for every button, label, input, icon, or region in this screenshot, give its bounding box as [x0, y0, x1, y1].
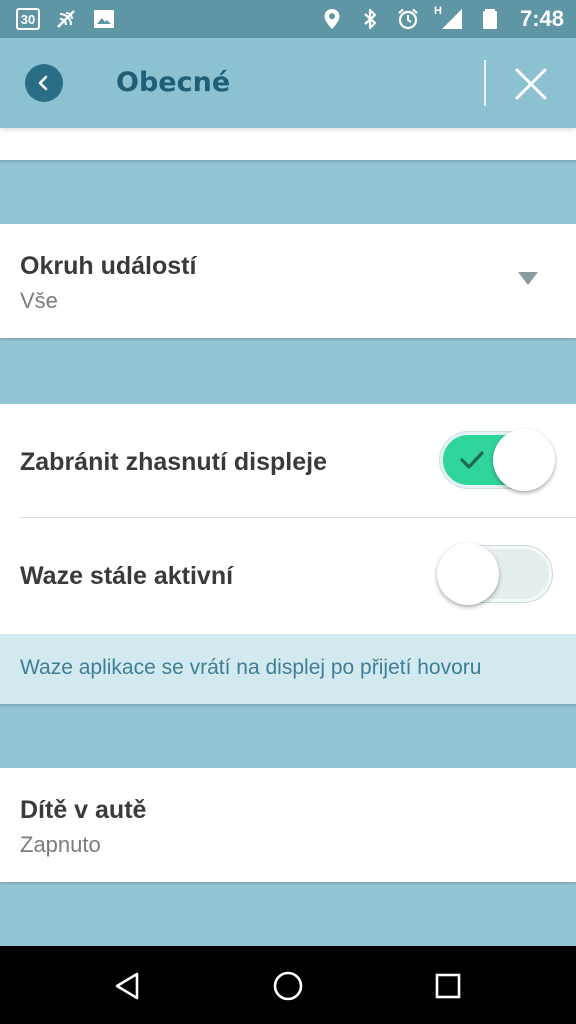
app-bar: Obecné — [0, 38, 576, 128]
title-divider — [484, 60, 486, 106]
event-scope-setting[interactable]: Okruh událostí Vše — [0, 224, 576, 338]
battery-icon — [478, 7, 502, 31]
status-right: H 7:48 — [320, 5, 564, 32]
signal-icon: H — [433, 5, 464, 31]
previous-setting-section — [0, 128, 576, 160]
nfc-icon — [54, 7, 78, 31]
status-time: 7:48 — [519, 6, 564, 31]
close-button[interactable] — [510, 66, 552, 102]
calendar-icon: 30 — [16, 8, 40, 30]
nav-back-icon — [115, 972, 139, 1000]
location-icon — [320, 7, 344, 31]
page-title: Obecné — [116, 67, 231, 98]
prevent-screen-off-toggle[interactable] — [440, 429, 555, 491]
toggle-settings-section: Zabránit zhasnutí displeje Waze stále ak… — [0, 404, 576, 634]
bluetooth-icon — [358, 7, 382, 31]
info-text: Waze aplikace se vrátí na displej po při… — [20, 656, 482, 679]
nav-recent-button[interactable] — [428, 966, 468, 1006]
network-type-label: H — [433, 5, 442, 17]
system-nav-bar — [0, 946, 576, 1024]
waze-always-active-row[interactable]: Waze stále aktivní — [0, 518, 576, 632]
chevron-left-icon — [38, 75, 48, 91]
dropdown-arrow-icon[interactable] — [518, 272, 538, 285]
nav-recent-icon — [435, 973, 461, 999]
nav-home-button[interactable] — [268, 966, 308, 1006]
toggle-knob — [437, 543, 499, 605]
waze-active-info-banner: Waze aplikace se vrátí na displej po při… — [0, 634, 576, 704]
child-in-car-title: Dítě v autě — [20, 796, 147, 824]
prevent-screen-off-title: Zabránit zhasnutí displeje — [20, 448, 327, 476]
child-in-car-setting[interactable]: Dítě v autě Zapnuto — [0, 768, 576, 882]
image-icon — [92, 7, 116, 31]
prevent-screen-off-row[interactable]: Zabránit zhasnutí displeje — [0, 404, 576, 518]
child-in-car-value: Zapnuto — [20, 832, 101, 857]
nav-home-icon — [273, 971, 303, 1001]
nav-back-button[interactable] — [108, 966, 148, 1006]
checkmark-icon — [460, 451, 484, 469]
status-bar: 30 H 7:48 — [0, 0, 576, 38]
toggle-knob — [493, 429, 555, 491]
waze-always-active-toggle[interactable] — [437, 543, 552, 605]
alarm-icon — [396, 7, 420, 31]
close-icon — [515, 68, 547, 100]
event-scope-value: Vše — [20, 288, 58, 313]
back-button[interactable] — [25, 64, 63, 102]
event-scope-title: Okruh událostí — [20, 252, 197, 280]
waze-always-active-title: Waze stále aktivní — [20, 562, 234, 590]
status-left: 30 — [16, 7, 116, 31]
